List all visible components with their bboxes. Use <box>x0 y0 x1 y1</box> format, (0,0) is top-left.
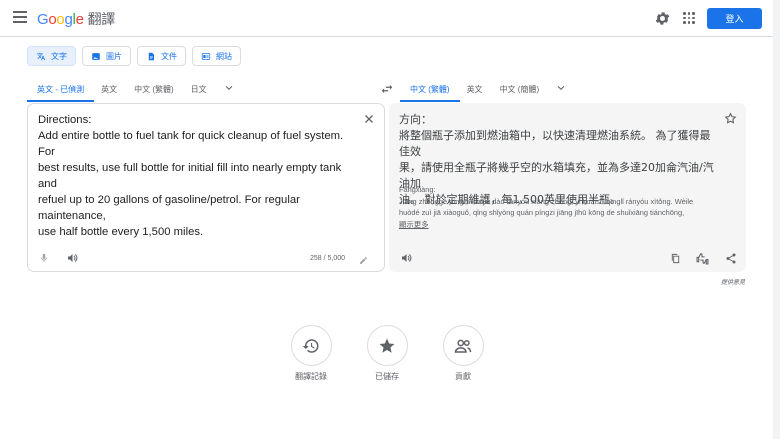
source-line: Add entire bottle to fuel tank for quick… <box>38 130 344 158</box>
saved-label: 已儲存 <box>375 372 399 381</box>
contribute-label: 貢獻 <box>455 372 471 381</box>
source-lang-japanese[interactable]: 日文 <box>191 80 207 102</box>
swap-languages-icon[interactable] <box>380 82 394 96</box>
translation-line: 方向： <box>399 113 432 126</box>
target-lang-chinese-simplified[interactable]: 中文 (簡體) <box>500 80 540 102</box>
chevron-down-icon[interactable] <box>556 83 566 93</box>
microphone-icon[interactable] <box>39 252 49 264</box>
source-language-bar: 英文 - 已偵測 英文 中文 (繁體) 日文 <box>27 80 234 102</box>
share-icon[interactable] <box>725 252 737 265</box>
source-line: Directions: <box>38 114 92 126</box>
saved-button[interactable]: 已儲存 <box>357 325 417 382</box>
source-line: use half bottle every 1,500 miles. <box>38 226 204 238</box>
source-line: best results, use full bottle for initia… <box>38 162 342 190</box>
rate-translation-icon[interactable] <box>695 252 710 265</box>
scrollbar[interactable] <box>773 0 780 439</box>
history-label: 翻譯記錄 <box>295 372 327 381</box>
copy-icon[interactable] <box>670 252 681 265</box>
mode-label: 圖片 <box>106 51 122 61</box>
translation-line: 將整個瓶子添加到燃油箱中，以快速清理燃油系統。 為了獲得最佳效 <box>399 129 711 158</box>
target-lang-english[interactable]: 英文 <box>467 80 483 102</box>
menu-icon[interactable] <box>13 11 27 23</box>
speaker-icon[interactable] <box>400 252 413 264</box>
source-text-panel[interactable]: Directions: Add entire bottle to fuel ta… <box>27 103 385 272</box>
apps-grid-icon[interactable] <box>683 12 695 24</box>
source-lang-chinese-traditional[interactable]: 中文 (繁體) <box>134 80 174 102</box>
document-icon <box>148 52 154 60</box>
logo-letter: e <box>75 11 84 28</box>
history-button[interactable]: 翻譯記錄 <box>281 325 341 382</box>
sign-in-button[interactable]: 登入 <box>707 8 762 29</box>
close-icon[interactable] <box>363 113 375 125</box>
romanization-line: Jiāng zhěnggè píngzi tiānjiā dào rányóu … <box>399 196 694 206</box>
saved-circle[interactable] <box>366 325 408 366</box>
mode-label: 文件 <box>161 51 177 61</box>
send-feedback-link[interactable]: 提供意見 <box>721 277 745 286</box>
target-lang-chinese-traditional[interactable]: 中文 (繁體) <box>400 80 460 102</box>
source-line: refuel up to 20 gallons of gasoline/petr… <box>38 194 300 222</box>
history-circle[interactable] <box>290 325 332 366</box>
chevron-down-icon[interactable] <box>224 83 234 93</box>
mode-image-button[interactable]: 圖片 <box>82 46 131 66</box>
gear-icon[interactable] <box>654 10 671 27</box>
product-name: 翻譯 <box>87 11 116 27</box>
mode-selector: 文字 圖片 文件 網站 <box>27 46 241 66</box>
mode-text-button[interactable]: 文字 <box>27 46 76 66</box>
top-bar: Google 翻譯 登入 <box>0 0 780 37</box>
character-count: 258 / 5,000 <box>310 255 346 262</box>
target-language-bar: 中文 (繁體) 英文 中文 (簡體) <box>400 80 566 102</box>
contribute-icon <box>454 339 472 353</box>
google-translate-logo[interactable]: Google 翻譯 <box>37 9 115 29</box>
logo-letter: G <box>37 11 49 28</box>
mode-website-button[interactable]: 網站 <box>192 46 241 66</box>
contribute-circle[interactable] <box>442 325 484 366</box>
source-lang-english[interactable]: 英文 <box>101 80 117 102</box>
source-text-input[interactable]: Directions: Add entire bottle to fuel ta… <box>38 112 348 240</box>
romanization-line: huòdé zuì jiā xiàoguǒ, qǐng shǐyòng quán… <box>399 208 685 217</box>
source-lang-detected[interactable]: 英文 - 已偵測 <box>27 80 95 102</box>
romanization-line: Fāngxiàng: <box>399 185 436 194</box>
mode-label: 網站 <box>216 51 232 61</box>
show-more-link[interactable]: 顯示更多 <box>399 219 729 231</box>
star-icon[interactable] <box>724 112 737 125</box>
mode-document-button[interactable]: 文件 <box>137 46 186 66</box>
pencil-icon[interactable] <box>359 256 368 265</box>
website-icon <box>201 52 211 60</box>
mode-label: 文字 <box>51 51 67 61</box>
contribute-button[interactable]: 貢獻 <box>433 325 493 382</box>
image-icon <box>92 52 100 60</box>
translate-icon <box>36 52 46 60</box>
logo-letter: g <box>64 11 73 28</box>
speaker-icon[interactable] <box>66 252 79 264</box>
romanization: Fāngxiàng: Jiāng zhěnggè píngzi tiānjiā … <box>399 184 729 230</box>
translation-panel: 方向： 將整個瓶子添加到燃油箱中，以快速清理燃油系統。 為了獲得最佳效 果，請使… <box>389 103 746 272</box>
history-icon <box>302 338 319 353</box>
star-icon <box>379 338 395 353</box>
